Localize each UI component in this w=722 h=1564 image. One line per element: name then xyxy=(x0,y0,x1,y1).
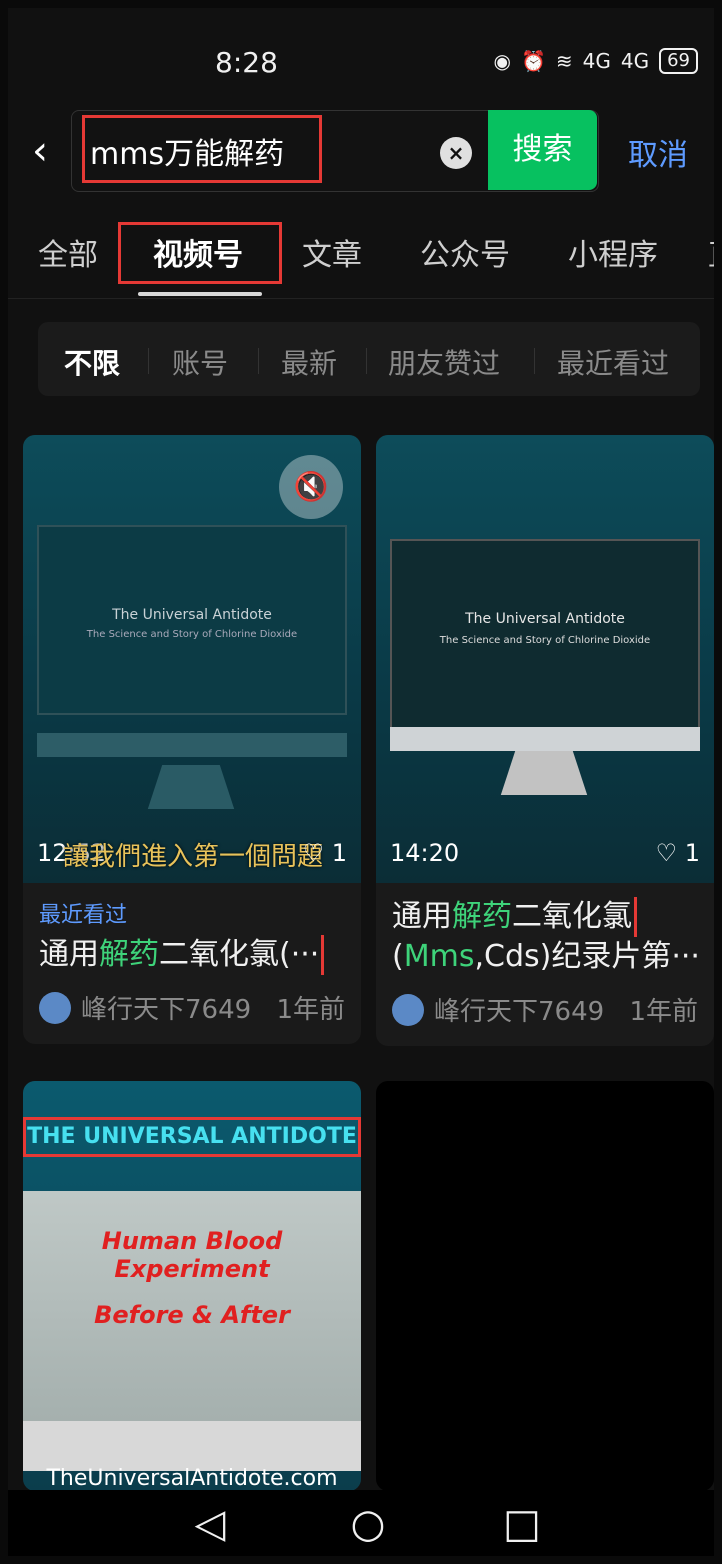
filter-latest[interactable]: 最新 xyxy=(281,342,337,382)
filter-separator xyxy=(258,348,259,374)
filter-separator xyxy=(534,348,535,374)
title-text: 通用 xyxy=(39,937,99,972)
wifi-icon: ≋ xyxy=(555,49,573,73)
title-highlight-frame: 通用解药二氧化氯 xyxy=(392,897,637,937)
search-button[interactable]: 搜索 xyxy=(488,110,597,190)
author-row[interactable]: 峰行天下7649 1年前 xyxy=(39,989,345,1026)
monitor-graphic: The Universal Antidote The Science and S… xyxy=(37,525,347,715)
monitor-subtitle: The Science and Story of Chlorine Dioxid… xyxy=(86,629,298,640)
category-tabs: 全部 视频号 文章 公众号 小程序 直 xyxy=(8,218,714,298)
video-subtitle-overlay: 讓我們進入第一個問題 xyxy=(63,842,324,872)
duration: 14:20 xyxy=(390,839,460,867)
apple-logo-icon xyxy=(23,1421,361,1471)
likes-count: ♡ 1 xyxy=(302,839,347,867)
alarm-icon: ⏰ xyxy=(520,49,546,73)
monitor-chin xyxy=(37,733,347,757)
card-meta: 最近看过 通用解药二氧化氯(··· 峰行天下7649 1年前 xyxy=(23,883,361,1044)
title-text: 二氧化氯(··· xyxy=(159,937,320,972)
tab-more[interactable]: 直 xyxy=(708,230,714,274)
back-icon[interactable]: ‹ xyxy=(32,126,72,176)
filter-friends-liked[interactable]: 朋友赞过 xyxy=(388,342,500,382)
video-card[interactable]: The Universal Antidote The Science and S… xyxy=(376,435,714,1046)
clock: 8:28 xyxy=(215,46,278,79)
status-icons: ◉ ⏰ ≋ 4G 4G 69 xyxy=(493,48,698,74)
post-time: 1年前 xyxy=(276,995,345,1025)
mute-icon[interactable]: 🔇 xyxy=(279,455,343,519)
clear-icon[interactable]: × xyxy=(440,137,472,169)
system-nav-bar: ◁ ○ □ xyxy=(8,1490,714,1556)
title-text: 通用 xyxy=(392,899,452,934)
author-name[interactable]: 峰行天下7649 xyxy=(81,989,251,1026)
signal-icon-1: 4G xyxy=(582,49,611,73)
banner-title: THE UNIVERSAL ANTIDOTE xyxy=(23,1117,361,1157)
battery-icon: 69 xyxy=(659,48,698,74)
author-name[interactable]: 峰行天下7649 xyxy=(434,991,604,1028)
monitor-stand xyxy=(147,765,235,809)
monitor-chin xyxy=(390,727,700,751)
video-thumbnail[interactable]: The Universal Antidote The Science and S… xyxy=(23,435,361,883)
filter-bar: 不限 账号 最新 朋友赞过 最近看过 xyxy=(38,322,700,396)
nav-back-icon[interactable]: ◁ xyxy=(180,1496,240,1556)
video-card-loading[interactable] xyxy=(376,1081,714,1491)
monitor-subtitle: The Science and Story of Chlorine Dioxid… xyxy=(439,635,651,646)
video-thumbnail[interactable]: The Universal Antidote The Science and S… xyxy=(376,435,714,883)
post-time: 1年前 xyxy=(629,997,698,1027)
overlay-text: Before & After xyxy=(94,1301,290,1329)
title-highlight-frame: 通用解药二氧化氯(··· xyxy=(39,935,325,975)
tab-official-accounts[interactable]: 公众号 xyxy=(420,230,510,274)
url-text: TheUniversalAntidote.com xyxy=(46,1466,338,1491)
monitor-title: The Universal Antidote xyxy=(112,607,272,623)
keyword-highlight: Mms xyxy=(403,939,475,974)
monitor-screen: Human Blood Experiment Before & After xyxy=(23,1191,361,1421)
title-text: ,Cds)纪录片第··· xyxy=(474,939,698,974)
avatar[interactable] xyxy=(392,993,424,1026)
video-title-line2[interactable]: (Mms,Cds)纪录片第··· xyxy=(392,937,698,977)
video-title[interactable]: 通用解药二氧化氯 xyxy=(392,897,698,937)
likes-count: ♡ 1 xyxy=(655,839,700,867)
filter-separator xyxy=(148,348,149,374)
tab-articles[interactable]: 文章 xyxy=(302,230,362,274)
signal-icon-2: 4G xyxy=(620,49,650,73)
filter-unlimited[interactable]: 不限 xyxy=(64,342,120,382)
title-text: ( xyxy=(392,939,404,974)
tab-channels[interactable]: 视频号 xyxy=(153,230,243,274)
video-thumbnail[interactable]: THE UNIVERSAL ANTIDOTE Human Blood Exper… xyxy=(23,1081,361,1491)
recently-viewed-label: 最近看过 xyxy=(39,903,128,928)
video-card[interactable]: The Universal Antidote The Science and S… xyxy=(23,435,361,1044)
filter-recently-viewed[interactable]: 最近看过 xyxy=(557,342,669,382)
search-input[interactable]: mms万能解药 xyxy=(90,129,284,173)
video-title[interactable]: 通用解药二氧化氯(··· xyxy=(39,935,345,975)
author-row[interactable]: 峰行天下7649 1年前 xyxy=(392,991,698,1028)
tab-all[interactable]: 全部 xyxy=(38,230,98,274)
cancel-button[interactable]: 取消 xyxy=(628,130,688,174)
keyword-highlight: 解药 xyxy=(452,899,512,934)
keyword-highlight: 解药 xyxy=(99,937,159,972)
nav-recents-icon[interactable]: □ xyxy=(492,1496,552,1556)
monitor-stand xyxy=(500,751,588,795)
tab-mini-programs[interactable]: 小程序 xyxy=(568,230,658,274)
card-meta: 通用解药二氧化氯 (Mms,Cds)纪录片第··· 峰行天下7649 1年前 xyxy=(376,883,714,1046)
filter-account[interactable]: 账号 xyxy=(172,342,228,382)
title-text: 二氧化氯 xyxy=(512,899,632,934)
monitor-title: The Universal Antidote xyxy=(465,611,625,627)
status-bar: 8:28 ◉ ⏰ ≋ 4G 4G 69 xyxy=(8,8,714,104)
monitor-graphic: The Universal Antidote The Science and S… xyxy=(390,539,700,729)
avatar[interactable] xyxy=(39,991,71,1024)
filter-separator xyxy=(366,348,367,374)
nav-home-icon[interactable]: ○ xyxy=(338,1496,398,1556)
video-card[interactable]: THE UNIVERSAL ANTIDOTE Human Blood Exper… xyxy=(23,1081,361,1491)
eye-icon: ◉ xyxy=(493,49,511,73)
divider xyxy=(8,298,714,299)
phone-screen: 8:28 ◉ ⏰ ≋ 4G 4G 69 ‹ mms万能解药 × 搜索 取消 全部… xyxy=(8,8,714,1556)
overlay-text: Human Blood Experiment xyxy=(101,1227,283,1283)
active-tab-indicator xyxy=(138,292,262,296)
